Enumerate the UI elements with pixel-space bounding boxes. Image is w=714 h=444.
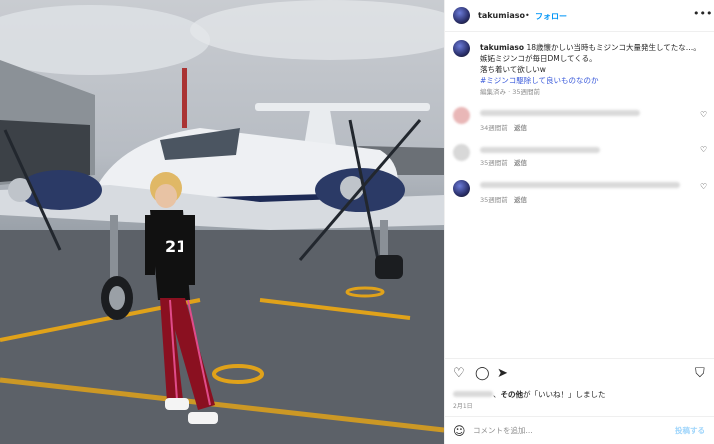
post-sidebar: takumiaso • フォロー ••• takumiaso 18歳懐かしい当時…: [444, 0, 714, 444]
heart-icon[interactable]: ♡: [700, 145, 707, 154]
separator-dot: •: [525, 11, 530, 20]
caption-text-line1: 18歳懐かしい当時もミジンコ大量発生してたな…。: [526, 43, 701, 52]
comment-avatar[interactable]: [453, 107, 470, 124]
comment-text-blurred: [480, 147, 600, 153]
caption-avatar[interactable]: [453, 40, 470, 57]
post-date: 2月1日: [453, 403, 473, 410]
reply-button[interactable]: 返信: [514, 157, 527, 167]
caption-first-line: takumiaso 18歳懐かしい当時もミジンコ大量発生してたな…。: [480, 42, 701, 53]
caption-username[interactable]: takumiaso: [480, 43, 524, 52]
post-comment-button[interactable]: 投稿する: [675, 425, 705, 436]
comment-text-blurred: [480, 110, 640, 116]
caption-hashtag[interactable]: #ミジンコ駆除して良いものなのか: [480, 75, 599, 86]
reply-button[interactable]: 返信: [514, 194, 527, 204]
comment-avatar[interactable]: [453, 144, 470, 161]
caption-text-line2: 嫉妬ミジンコが毎日DMしてくる。: [480, 54, 597, 63]
comment-icon[interactable]: ◯: [475, 367, 490, 381]
comment-time: 35週間前: [480, 196, 508, 204]
likes-summary: 、その他が「いいね！」しました: [453, 389, 606, 400]
more-horizontal-icon[interactable]: •••: [693, 7, 712, 21]
liker-name-blurred[interactable]: [453, 391, 493, 397]
comment-time: 34週間前: [480, 124, 508, 132]
bookmark-icon[interactable]: ⛉: [695, 367, 705, 381]
share-send-icon[interactable]: ➤: [497, 367, 508, 381]
caption-text-line3: 落ち着いて欲しいw: [480, 65, 546, 74]
comment-time: 35週間前: [480, 159, 508, 167]
reply-button[interactable]: 返信: [514, 122, 527, 132]
heart-icon[interactable]: ♡: [700, 110, 707, 119]
comment-box: ☺ コメントを追加... 投稿する: [445, 416, 714, 444]
comment-input[interactable]: コメントを追加...: [473, 425, 533, 436]
post-viewer: 21 takumiaso • フォロー ••• takumiaso 18歳懐かし…: [0, 0, 714, 444]
follow-button[interactable]: フォロー: [535, 11, 567, 22]
emoji-icon[interactable]: ☺: [453, 424, 466, 438]
caption-meta: 編集済み · 35週間前: [480, 88, 540, 96]
likes-text: が「いいね！」しました: [523, 390, 606, 399]
comment-text-blurred: [480, 182, 680, 188]
avatar[interactable]: [453, 7, 470, 24]
heart-icon[interactable]: ♡: [700, 182, 707, 191]
post-photo[interactable]: 21: [0, 0, 444, 444]
username-link[interactable]: takumiaso: [478, 11, 525, 20]
airplane-scene: 21: [0, 0, 444, 444]
comment-avatar[interactable]: [453, 180, 470, 197]
post-header: takumiaso • フォロー •••: [445, 0, 714, 32]
likes-others-link[interactable]: その他: [501, 390, 524, 399]
like-heart-icon[interactable]: ♡: [453, 367, 465, 381]
